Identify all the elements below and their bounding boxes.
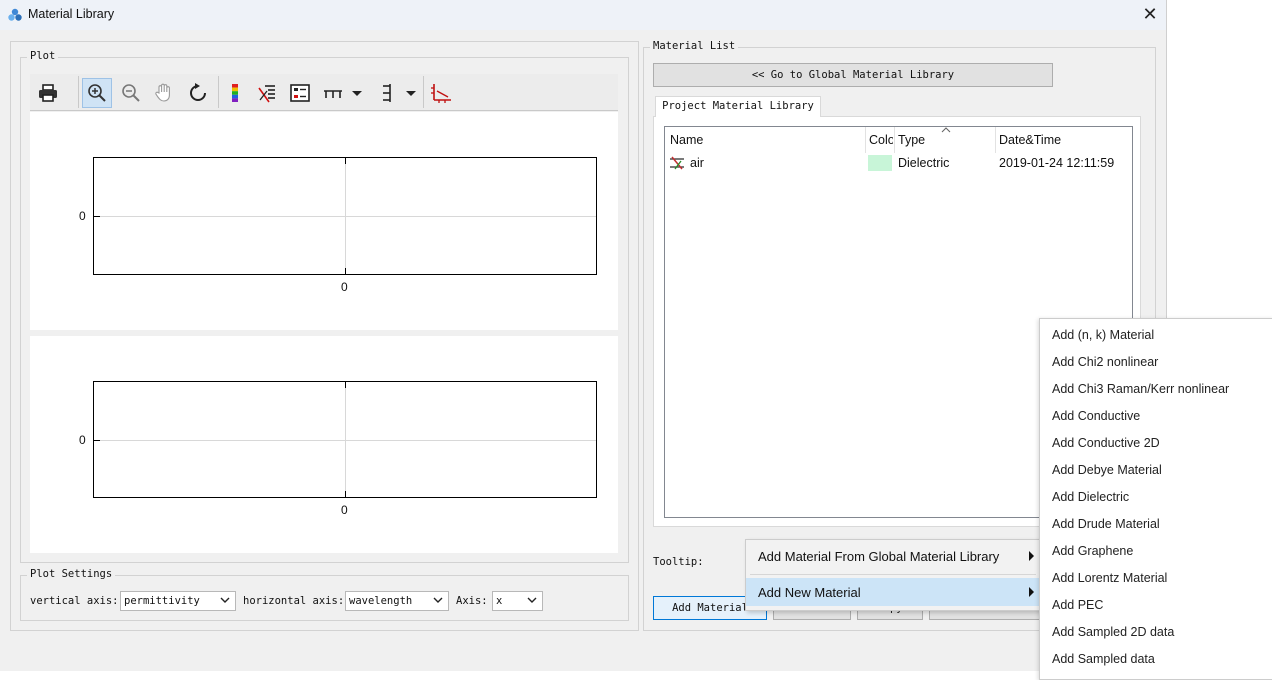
- axis-select[interactable]: x: [492, 591, 543, 611]
- app-icon: [8, 8, 22, 21]
- submenu-arrow-icon: [1029, 551, 1034, 561]
- axis-label: Axis:: [456, 595, 488, 607]
- submenu-item-chi2-nonlinear[interactable]: Add Chi2 nonlinear: [1052, 355, 1158, 369]
- material-datetime: 2019-01-24 12:11:59: [999, 156, 1115, 170]
- window-title: Material Library: [28, 7, 115, 21]
- bottom-plot-ytick-mark: [94, 440, 100, 441]
- top-plot-xtick-mark: [345, 158, 346, 164]
- legend-button[interactable]: [285, 78, 315, 108]
- print-button[interactable]: [33, 78, 63, 108]
- bottom-plot-axes: [93, 381, 597, 498]
- x-ticks-icon: [324, 90, 342, 98]
- chevron-down-icon: [352, 91, 362, 96]
- add-new-material-submenu: Add (n, k) Material Add Chi2 nonlinear A…: [1039, 318, 1272, 680]
- colorbar-icon: [232, 84, 238, 102]
- tab-project-material-library[interactable]: Project Material Library: [655, 96, 821, 117]
- axes-button[interactable]: [426, 78, 456, 108]
- menu-item-label: Add New Material: [758, 585, 861, 600]
- add-material-context-menu: Add Material From Global Material Librar…: [745, 539, 1041, 611]
- go-global-library-button[interactable]: << Go to Global Material Library: [653, 63, 1053, 87]
- bottom-plot-xtick-mark-bottom: [345, 491, 346, 497]
- submenu-item-debye-material[interactable]: Add Debye Material: [1052, 463, 1162, 477]
- material-color-swatch: [868, 155, 892, 171]
- submenu-item-graphene[interactable]: Add Graphene: [1052, 544, 1133, 558]
- menu-item-add-new-material[interactable]: Add New Material: [746, 578, 1040, 606]
- material-name: air: [690, 156, 704, 170]
- legend-icon: [290, 84, 310, 102]
- axes-icon: [431, 84, 451, 103]
- horizontal-axis-label: horizontal axis:: [243, 595, 345, 607]
- toolbar-separator: [218, 76, 219, 108]
- menu-separator: [750, 574, 1036, 575]
- submenu-item-chi3-raman-kerr[interactable]: Add Chi3 Raman/Kerr nonlinear: [1052, 382, 1229, 396]
- title-bar: Material Library ✕: [0, 0, 1166, 30]
- y-ticks-icon: [383, 84, 391, 102]
- menu-item-add-from-global[interactable]: Add Material From Global Material Librar…: [746, 542, 1040, 570]
- submenu-item-sampled-2d-data[interactable]: Add Sampled 2D data: [1052, 625, 1174, 639]
- submenu-item-sampled-data[interactable]: Add Sampled data: [1052, 652, 1155, 666]
- zoom-in-button[interactable]: [82, 78, 112, 108]
- zoom-in-icon: [88, 84, 106, 102]
- tooltip-label: Tooltip:: [653, 556, 704, 568]
- top-plot-hgrid: [94, 216, 596, 217]
- bottom-plot-x-tick: 0: [341, 503, 348, 517]
- top-plot-y-tick: 0: [79, 209, 86, 223]
- legend-marker-icon: [258, 85, 275, 103]
- y-ticks-dropdown[interactable]: [400, 78, 422, 108]
- top-plot-panel[interactable]: 0 0: [30, 112, 618, 330]
- top-plot-xtick-mark-bottom: [345, 268, 346, 274]
- vertical-axis-select[interactable]: permittivity: [120, 591, 236, 611]
- chevron-down-icon: [220, 597, 230, 603]
- print-icon: [39, 84, 57, 102]
- submenu-item-nk-material[interactable]: Add (n, k) Material: [1052, 328, 1154, 342]
- axis-value: x: [496, 595, 503, 607]
- pan-button[interactable]: [149, 78, 179, 108]
- chevron-down-icon: [406, 91, 416, 96]
- y-ticks-button[interactable]: [371, 78, 401, 108]
- pan-hand-icon: [155, 83, 170, 102]
- x-ticks-dropdown[interactable]: [346, 78, 368, 108]
- zoom-out-icon: [122, 84, 140, 102]
- material-list-label: Material List: [650, 40, 739, 52]
- plot-group-label: Plot: [27, 50, 59, 62]
- plot-toolbar: [30, 74, 618, 111]
- legend-marker-button[interactable]: [252, 78, 282, 108]
- vertical-axis-value: permittivity: [124, 595, 200, 607]
- toolbar-separator: [423, 76, 424, 108]
- material-type: Dielectric: [898, 156, 950, 170]
- vertical-axis-label: vertical axis:: [30, 595, 119, 607]
- zoom-out-button[interactable]: [116, 78, 146, 108]
- plot-settings-label: Plot Settings: [27, 568, 116, 580]
- colorbar-button[interactable]: [220, 78, 250, 108]
- horizontal-axis-select[interactable]: wavelength: [345, 591, 449, 611]
- chevron-down-icon: [527, 597, 537, 603]
- submenu-item-conductive[interactable]: Add Conductive: [1052, 409, 1140, 423]
- horizontal-axis-value: wavelength: [349, 595, 413, 607]
- reset-icon: [190, 83, 206, 101]
- bottom-plot-panel[interactable]: 0 0: [30, 336, 618, 553]
- top-plot-x-tick: 0: [341, 280, 348, 294]
- close-button[interactable]: ✕: [1138, 4, 1162, 26]
- submenu-item-lorentz-material[interactable]: Add Lorentz Material: [1052, 571, 1167, 585]
- menu-item-label: Add Material From Global Material Librar…: [758, 549, 1000, 564]
- submenu-item-dielectric[interactable]: Add Dielectric: [1052, 490, 1129, 504]
- submenu-item-pec[interactable]: Add PEC: [1052, 598, 1103, 612]
- table-row[interactable]: air Dielectric 2019-01-24 12:11:59: [665, 127, 1130, 177]
- chevron-down-icon: [433, 597, 443, 603]
- x-ticks-button[interactable]: [318, 78, 348, 108]
- submenu-item-conductive-2d[interactable]: Add Conductive 2D: [1052, 436, 1160, 450]
- toolbar-separator: [78, 76, 79, 108]
- top-plot-ytick-mark: [94, 216, 100, 217]
- material-icon: [670, 156, 684, 170]
- bottom-plot-y-tick: 0: [79, 433, 86, 447]
- top-plot-axes: [93, 157, 597, 275]
- submenu-arrow-icon: [1029, 587, 1034, 597]
- bottom-plot-hgrid: [94, 440, 596, 441]
- submenu-item-drude-material[interactable]: Add Drude Material: [1052, 517, 1160, 531]
- bottom-plot-xtick-mark: [345, 382, 346, 388]
- reset-view-button[interactable]: [183, 78, 213, 108]
